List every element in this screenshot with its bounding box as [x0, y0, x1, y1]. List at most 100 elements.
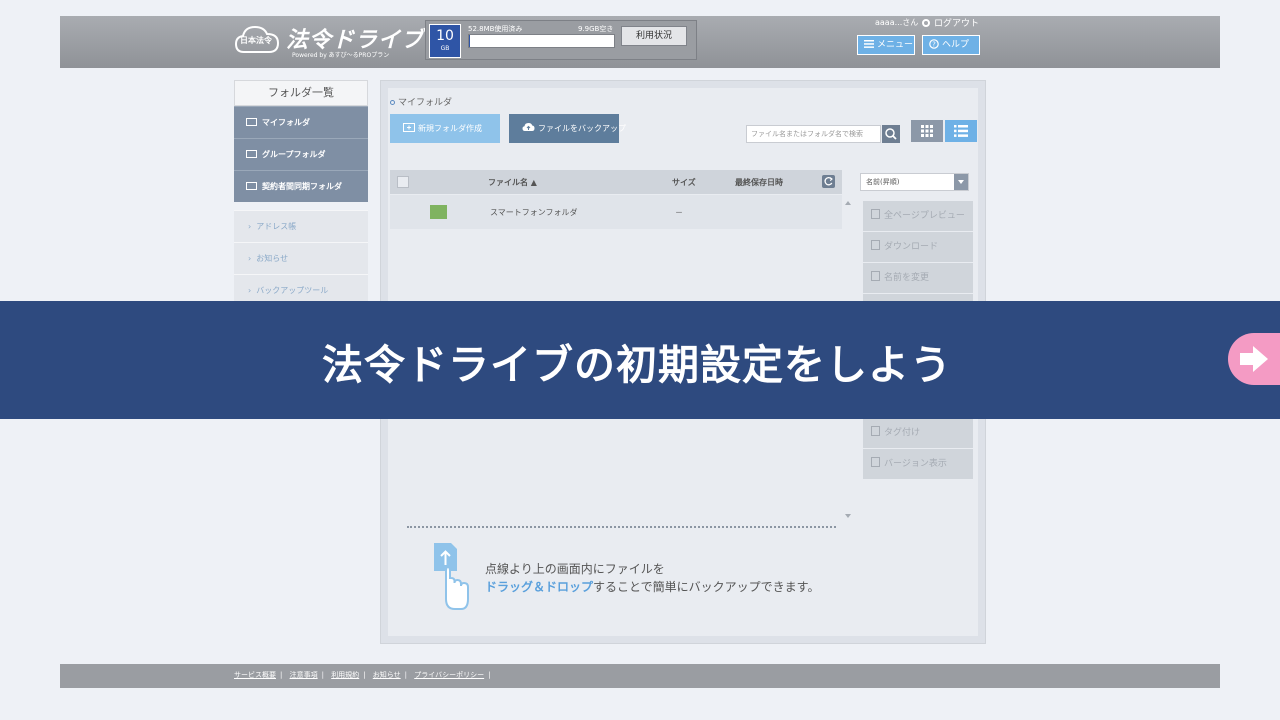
- app-footer: サービス概要 | 注意事項 | 利用規約 | お知らせ | プライバシーポリシー |: [60, 664, 1220, 688]
- next-button[interactable]: [1228, 333, 1280, 385]
- breadcrumb[interactable]: マイフォルダ: [390, 95, 452, 108]
- logo-badge-text: 日本法令: [240, 36, 272, 45]
- table-row[interactable]: スマートフォンフォルダ －: [390, 195, 842, 229]
- svg-text:?: ?: [932, 41, 936, 49]
- folder-icon: [246, 182, 257, 190]
- pencil-icon: [871, 271, 880, 281]
- select-all-checkbox[interactable]: [397, 176, 409, 188]
- dropzone-line-2: することで簡単にバックアップできます。: [593, 580, 820, 594]
- action-label: バージョン表示: [884, 459, 947, 469]
- footer-link-terms[interactable]: 利用規約: [331, 671, 359, 679]
- sidebar-item-label: 契約者間同期フォルダ: [262, 182, 342, 191]
- arrow-right-icon: [1240, 346, 1268, 372]
- sidebar-link-label: アドレス帳: [256, 222, 297, 231]
- column-size[interactable]: サイズ: [672, 177, 696, 188]
- download-icon: [871, 240, 880, 250]
- sidebar-title: フォルダ一覧: [234, 80, 368, 106]
- folder-icon: [430, 205, 447, 219]
- action-label: 全ページプレビュー: [884, 211, 965, 221]
- breadcrumb-label: マイフォルダ: [398, 98, 453, 108]
- action-rename[interactable]: 名前を変更: [863, 263, 973, 294]
- refresh-icon[interactable]: [822, 175, 835, 188]
- scroll-down-icon[interactable]: [845, 514, 851, 518]
- footer-link-notes[interactable]: 注意事項: [290, 671, 318, 679]
- title-banner: 法令ドライブの初期設定をしよう: [0, 301, 1280, 419]
- dropzone-divider: [407, 526, 836, 528]
- breadcrumb-dot-icon: [390, 100, 395, 105]
- logo-subtitle: Powered by あすぴ～るPROプラン: [292, 52, 390, 59]
- menu-label: メニュー: [877, 40, 914, 50]
- storage-meter: 10 GB 52.8MB使用済み 9.9GB空き 利用状況: [425, 20, 697, 60]
- preview-icon: [871, 209, 880, 219]
- sort-select[interactable]: 名前(昇順): [860, 173, 969, 191]
- user-name: aaaa...さん: [875, 18, 919, 27]
- row-size: －: [675, 208, 683, 217]
- backup-file-button[interactable]: ファイルをバックアップ: [509, 114, 626, 143]
- column-modified[interactable]: 最終保存日時: [735, 177, 783, 188]
- action-label: タグ付け: [884, 428, 921, 438]
- sidebar-link-label: お知らせ: [256, 254, 289, 263]
- drag-drop-hand-icon: [434, 543, 469, 610]
- logout-label: ログアウト: [934, 19, 980, 29]
- dropzone-line-1: 点線より上の画面内にファイルを: [485, 562, 665, 576]
- storage-capacity-badge: 10 GB: [429, 24, 461, 58]
- storage-progress-fill: [469, 35, 470, 47]
- column-name[interactable]: ファイル名 ▲: [488, 177, 537, 188]
- list-icon: [954, 125, 968, 137]
- banner-title: 法令ドライブの初期設定をしよう: [322, 341, 952, 389]
- sidebar: フォルダ一覧 マイフォルダ グループフォルダ 契約者間同期フォルダ › アドレス…: [234, 80, 368, 306]
- search-icon: [885, 128, 897, 140]
- sidebar-item-group-folder[interactable]: グループフォルダ: [234, 138, 368, 170]
- grid-view-button[interactable]: [911, 120, 943, 142]
- sidebar-link-label: バックアップツール: [256, 286, 329, 295]
- sidebar-link-address-book[interactable]: › アドレス帳: [234, 210, 368, 242]
- sidebar-item-sync-folder[interactable]: 契約者間同期フォルダ: [234, 170, 368, 202]
- dropzone-instructions: 点線より上の画面内にファイルを ドラッグ＆ドロップすることで簡単にバックアップで…: [485, 560, 819, 596]
- new-folder-button[interactable]: 新規フォルダ作成: [390, 114, 500, 143]
- logout-link[interactable]: ログアウト: [922, 16, 979, 29]
- backup-file-label: ファイルをバックアップ: [538, 124, 626, 133]
- cloud-upload-icon: [522, 123, 535, 131]
- sidebar-item-my-folder[interactable]: マイフォルダ: [234, 106, 368, 138]
- logo[interactable]: 日本法令 法令ドライブ Powered by あすぴ～るPROプラン: [234, 20, 423, 62]
- tag-icon: [871, 426, 880, 436]
- folder-icon: [246, 118, 257, 126]
- new-folder-label: 新規フォルダ作成: [418, 124, 482, 133]
- folder-icon: [246, 150, 257, 158]
- sidebar-item-label: マイフォルダ: [262, 118, 310, 127]
- action-tag[interactable]: タグ付け: [863, 418, 973, 449]
- storage-progress-bar: [468, 34, 615, 48]
- storage-unit: GB: [440, 45, 450, 52]
- footer-link-privacy[interactable]: プライバシーポリシー: [414, 671, 484, 679]
- sidebar-item-label: グループフォルダ: [262, 150, 326, 159]
- search-button[interactable]: [882, 125, 900, 143]
- file-table-header: ファイル名 ▲ サイズ 最終保存日時: [390, 170, 842, 194]
- add-folder-icon: [403, 123, 415, 132]
- storage-capacity: 10: [436, 28, 454, 44]
- action-label: 名前を変更: [884, 273, 930, 283]
- scroll-up-icon[interactable]: [845, 201, 851, 205]
- sidebar-link-news[interactable]: › お知らせ: [234, 242, 368, 274]
- footer-link-news[interactable]: お知らせ: [373, 671, 401, 679]
- action-version[interactable]: バージョン表示: [863, 449, 973, 480]
- question-icon: ?: [929, 39, 939, 49]
- action-label: ダウンロード: [884, 242, 939, 252]
- hamburger-icon: [864, 40, 874, 48]
- help-label: ヘルプ: [942, 40, 970, 50]
- list-view-button[interactable]: [945, 120, 977, 142]
- storage-used: 52.8MB使用済み: [468, 25, 523, 33]
- action-preview[interactable]: 全ページプレビュー: [863, 201, 973, 232]
- row-name: スマートフォンフォルダ: [490, 208, 578, 217]
- power-icon: [922, 19, 930, 27]
- menu-button[interactable]: メニュー: [857, 35, 915, 55]
- sort-value: 名前(昇順): [866, 178, 900, 186]
- footer-links: サービス概要 | 注意事項 | 利用規約 | お知らせ | プライバシーポリシー |: [234, 671, 491, 679]
- storage-free: 9.9GB空き: [578, 25, 614, 33]
- chevron-down-icon: [954, 174, 968, 190]
- grid-icon: [921, 125, 933, 137]
- action-download[interactable]: ダウンロード: [863, 232, 973, 263]
- help-button[interactable]: ? ヘルプ: [922, 35, 980, 55]
- footer-link-service[interactable]: サービス概要: [234, 671, 276, 679]
- search-input[interactable]: ファイル名またはフォルダ名で検索: [746, 125, 881, 143]
- usage-status-button[interactable]: 利用状況: [621, 26, 687, 46]
